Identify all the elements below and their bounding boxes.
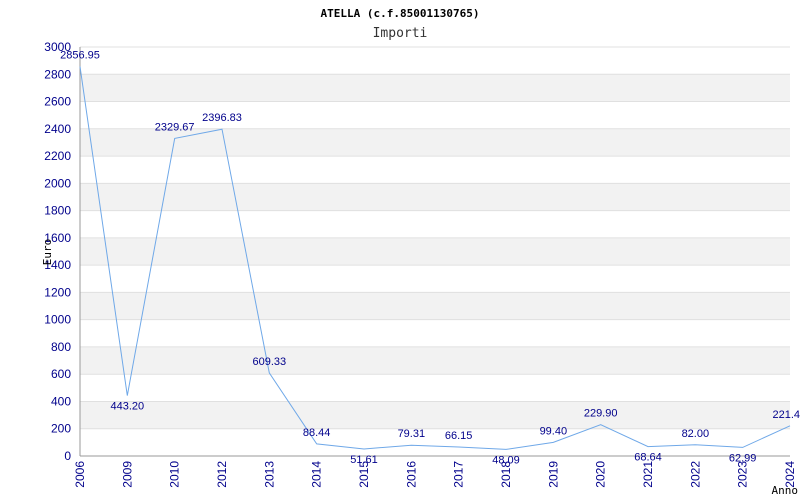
data-label: 229.90	[584, 408, 618, 420]
data-label: 66.15	[445, 430, 473, 442]
y-tick-label: 2000	[44, 176, 71, 190]
data-label: 62.99	[729, 452, 757, 464]
y-axis-label: Euro	[41, 239, 54, 266]
y-tick-label: 2200	[44, 149, 71, 163]
y-tick-label: 600	[51, 367, 71, 381]
data-label: 82.00	[682, 428, 710, 440]
y-tick-label: 0	[64, 449, 71, 463]
data-label: 51.61	[350, 454, 378, 466]
grid-band	[80, 292, 790, 320]
data-label: 221.4	[772, 409, 800, 421]
grid-band	[80, 74, 790, 102]
data-label: 609.33	[253, 356, 287, 368]
x-tick-label: 2022	[688, 461, 702, 488]
y-tick-label: 1000	[44, 313, 71, 327]
x-tick-label: 2021	[641, 461, 655, 488]
grid-band	[80, 401, 790, 429]
grid-band	[80, 346, 790, 375]
x-tick-label: 2019	[546, 461, 560, 488]
y-tick-label: 2600	[44, 95, 71, 109]
x-axis-label: Anno	[772, 484, 799, 497]
x-tick-label: 2020	[594, 461, 608, 488]
x-tick-label: 2012	[215, 461, 229, 488]
x-tick-label: 2017	[452, 461, 466, 488]
chart-subtitle: Importi	[373, 26, 428, 41]
y-tick-label: 800	[51, 340, 71, 354]
y-tick-label: 400	[51, 394, 71, 408]
y-tick-label: 2800	[44, 67, 71, 81]
data-label: 443.20	[111, 401, 145, 413]
x-tick-labels: 2006 2009 2010 2012 2013 2014 2015 2016 2017 2018…	[73, 461, 797, 488]
y-tick-label: 1200	[44, 285, 71, 299]
data-label: 99.40	[540, 425, 568, 437]
y-tick-label: 2400	[44, 122, 71, 136]
data-label: 68.64	[634, 452, 662, 464]
data-label: 79.31	[398, 428, 426, 440]
y-tick-label: 200	[51, 422, 71, 436]
x-tick-label: 2009	[120, 461, 134, 488]
chart-title: ATELLA (c.f.85001130765)	[321, 7, 480, 20]
data-label: 48.09	[492, 454, 520, 466]
data-label: 2856.95	[60, 50, 100, 62]
data-label: 2329.67	[155, 121, 195, 133]
grid-band	[80, 237, 790, 266]
y-tick-label: 1800	[44, 204, 71, 218]
data-label: 88.44	[303, 427, 331, 439]
line-chart: 0200400600800100012001400160018002000220…	[41, 7, 800, 497]
x-tick-label: 2016	[404, 461, 418, 488]
x-tick-label: 2013	[262, 461, 276, 488]
x-tick-label: 2023	[736, 461, 750, 488]
x-tick-label: 2014	[310, 461, 324, 488]
x-tick-label: 2010	[168, 461, 182, 488]
grid-band	[80, 183, 790, 211]
x-tick-label: 2006	[73, 461, 87, 488]
data-label: 2396.83	[202, 112, 242, 124]
